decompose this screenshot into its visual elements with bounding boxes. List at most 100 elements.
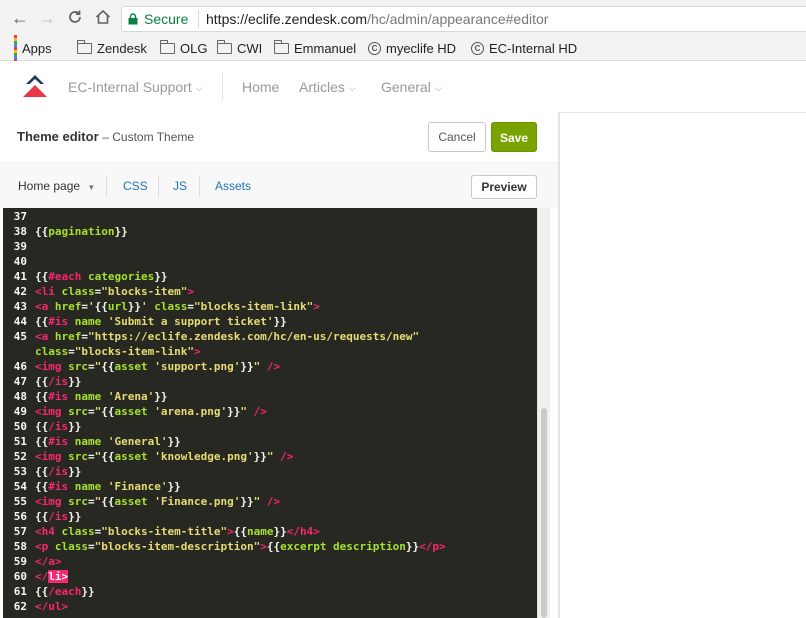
code-token: }}	[114, 225, 128, 238]
code-token: }}	[81, 585, 95, 598]
cancel-button[interactable]: Cancel	[428, 122, 486, 152]
code-line[interactable]: 47 {{/is}}	[3, 374, 82, 389]
code-line[interactable]: 57 <h4 class="blocks-item-title">{{name}}…	[3, 524, 320, 539]
tab-js[interactable]: JS	[173, 179, 187, 193]
bookmark-emmanuel[interactable]: Emmanuel	[274, 39, 357, 56]
code-line[interactable]: 51 {{#is name 'General'}}	[3, 434, 181, 449]
code-line[interactable]: 38 {{pagination}}	[3, 224, 128, 239]
code-line[interactable]: 58 <p class="blocks-item-description">{{e…	[3, 539, 446, 554]
code-line[interactable]: 44 {{#is name 'Submit a support ticket'}}	[3, 314, 287, 329]
code-line[interactable]: 61 {{/each}}	[3, 584, 95, 599]
nav-articles-label: Articles	[299, 79, 345, 95]
code-token: =	[88, 540, 95, 553]
url-text[interactable]: https://eclife.zendesk.com/hc/admin/appe…	[206, 11, 548, 27]
code-token: =	[81, 300, 88, 313]
bookmark-myeclife-hd[interactable]: C myeclife HD	[368, 40, 456, 56]
code-scrollbar[interactable]	[537, 208, 550, 618]
code-token: {{	[101, 360, 115, 373]
code-line[interactable]: 43 <a href='{{url}}' class="blocks-item-l…	[3, 299, 320, 314]
code-line[interactable]: 49 <img src="{{asset 'arena.png'}}" />	[3, 404, 267, 419]
code-token: asset	[114, 360, 148, 373]
scrollbar-thumb[interactable]	[541, 408, 547, 618]
forward-arrow-icon[interactable]: →	[37, 8, 57, 28]
code-token: #is	[48, 480, 69, 493]
line-number: 46	[13, 360, 27, 373]
code-token: =	[88, 495, 95, 508]
code-token: }}	[68, 510, 82, 523]
folder-icon	[274, 39, 289, 54]
code-token: src	[68, 495, 88, 508]
code-line[interactable]: 60 </li>	[3, 569, 69, 584]
code-line[interactable]: 62 </ul>	[3, 599, 68, 614]
code-line[interactable]: 56 {{/is}}	[3, 509, 82, 524]
line-number: 43	[13, 300, 27, 313]
bookmark-cwi[interactable]: CWI	[217, 39, 262, 56]
code-token: #is	[48, 315, 69, 328]
code-line[interactable]: 53 {{/is}}	[3, 464, 82, 479]
nav-general[interactable]: General ⌵	[381, 79, 442, 95]
code-token: src	[68, 450, 88, 463]
code-token: /is	[48, 465, 69, 478]
lock-icon	[128, 13, 138, 25]
editor-title: Theme editor	[17, 129, 99, 144]
tab-css[interactable]: CSS	[123, 179, 148, 193]
code-line[interactable]: class="blocks-item-link">	[3, 344, 201, 359]
preview-button[interactable]: Preview	[471, 175, 537, 199]
nav-articles[interactable]: Articles ⌵	[299, 79, 356, 95]
folder-icon	[160, 39, 175, 54]
code-token: "blocks-item-link"	[74, 345, 194, 358]
code-line[interactable]: 42 <li class="blocks-item">	[3, 284, 194, 299]
code-line[interactable]: 46 <img src="{{asset 'support.png'}}" />	[3, 359, 280, 374]
nav-home[interactable]: Home	[242, 79, 279, 95]
code-token: /is	[48, 510, 69, 523]
page-select[interactable]: Home page ▼	[18, 179, 95, 193]
code-token: {{	[101, 450, 115, 463]
code-line[interactable]: 48 {{#is name 'Arena'}}	[3, 389, 168, 404]
code-line[interactable]: 54 {{#is name 'Finance'}}	[3, 479, 181, 494]
apps-grid-icon	[14, 34, 17, 62]
brand-menu[interactable]: EC-Internal Support ⌵	[68, 79, 203, 95]
code-token: categories	[88, 270, 155, 283]
code-token: asset	[114, 495, 148, 508]
code-token: "blocks-item"	[101, 285, 188, 298]
bookmark-olg[interactable]: OLG	[160, 39, 207, 56]
code-line[interactable]: 59 </a>	[3, 554, 62, 569]
save-button[interactable]: Save	[491, 122, 537, 152]
code-token: }}	[127, 300, 141, 313]
code-token: 'Finance.png'	[154, 495, 241, 508]
code-token: }}	[68, 375, 82, 388]
back-arrow-icon[interactable]: ←	[10, 8, 30, 28]
code-token: /each	[48, 585, 82, 598]
code-token: name	[246, 525, 274, 538]
code-editor[interactable]: 37 38 {{pagination}} 39 40 41 {{#each categori…	[3, 208, 537, 618]
brand-logo-icon[interactable]	[22, 75, 48, 99]
line-number: 50	[13, 420, 27, 433]
code-line[interactable]: 45 <a href="https://eclife.zendesk.com/hc…	[3, 329, 419, 344]
bookmark-zendesk[interactable]: Zendesk	[77, 39, 147, 56]
code-token: =	[68, 345, 75, 358]
code-line[interactable]: 55 <img src="{{asset 'Finance.png'}}" />	[3, 494, 280, 509]
bookmark-ec-internal-hd[interactable]: C EC-Internal HD	[471, 40, 577, 56]
tab-assets[interactable]: Assets	[215, 179, 251, 193]
code-line[interactable]: 37	[3, 209, 35, 224]
reload-icon[interactable]	[65, 8, 85, 28]
brand-name: EC-Internal Support	[68, 79, 192, 95]
page-select-value: Home page	[18, 179, 81, 193]
code-line[interactable]: 39	[3, 239, 35, 254]
code-line[interactable]: 40	[3, 254, 35, 269]
bookmark-apps[interactable]: Apps	[14, 34, 52, 62]
code-token: =	[88, 405, 95, 418]
code-line[interactable]: 41 {{#each categories}}	[3, 269, 168, 284]
address-bar[interactable]: Secure https://eclife.zendesk.com/hc/adm…	[121, 6, 806, 32]
code-token: {{	[35, 510, 49, 523]
code-token: {{	[35, 270, 49, 283]
home-icon[interactable]	[93, 8, 113, 28]
bookmark-label: Emmanuel	[294, 40, 357, 56]
code-line[interactable]: 52 <img src="{{asset 'knowledge.png'}}" /…	[3, 449, 294, 464]
code-token: >	[193, 345, 201, 358]
folder-icon	[217, 39, 232, 54]
code-line[interactable]: 50 {{/is}}	[3, 419, 82, 434]
code-token: <img	[35, 450, 69, 463]
